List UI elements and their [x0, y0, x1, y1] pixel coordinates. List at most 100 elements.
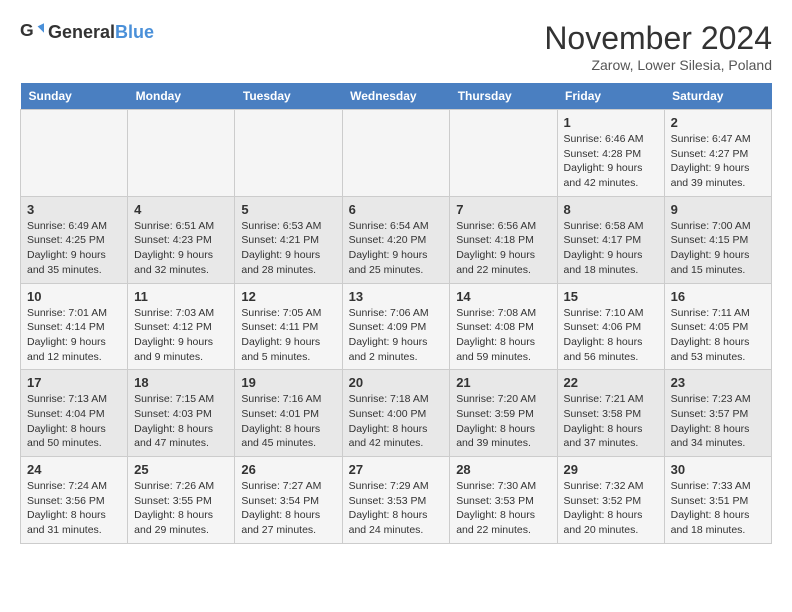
day-number: 23 [671, 375, 765, 390]
calendar-cell: 11 Sunrise: 7:03 AM Sunset: 4:12 PM Dayli… [128, 283, 235, 370]
day-number: 27 [349, 462, 444, 477]
day-number: 6 [349, 202, 444, 217]
day-number: 14 [456, 289, 550, 304]
day-number: 18 [134, 375, 228, 390]
calendar-cell [128, 110, 235, 197]
day-number: 29 [564, 462, 658, 477]
calendar-cell: 28 Sunrise: 7:30 AM Sunset: 3:53 PM Dayli… [450, 457, 557, 544]
calendar-cell: 1 Sunrise: 6:46 AM Sunset: 4:28 PM Daylig… [557, 110, 664, 197]
day-info: Sunrise: 6:46 AM Sunset: 4:28 PM Dayligh… [564, 132, 658, 191]
day-info: Sunrise: 7:18 AM Sunset: 4:00 PM Dayligh… [349, 392, 444, 451]
calendar-cell: 23 Sunrise: 7:23 AM Sunset: 3:57 PM Dayli… [664, 370, 771, 457]
calendar-cell: 7 Sunrise: 6:56 AM Sunset: 4:18 PM Daylig… [450, 196, 557, 283]
calendar-cell: 2 Sunrise: 6:47 AM Sunset: 4:27 PM Daylig… [664, 110, 771, 197]
header-cell-saturday: Saturday [664, 83, 771, 110]
header-cell-friday: Friday [557, 83, 664, 110]
week-row-4: 17Sunrise: 7:13 AM Sunset: 4:04 PM Dayli… [21, 370, 772, 457]
day-number: 25 [134, 462, 228, 477]
calendar-cell: 22 Sunrise: 7:21 AM Sunset: 3:58 PM Dayli… [557, 370, 664, 457]
calendar-cell: 10 Sunrise: 7:01 AM Sunset: 4:14 PM Dayli… [21, 283, 128, 370]
day-number: 16 [671, 289, 765, 304]
calendar-cell: 17Sunrise: 7:13 AM Sunset: 4:04 PM Dayli… [21, 370, 128, 457]
calendar-cell: 26Sunrise: 7:27 AM Sunset: 3:54 PM Dayli… [235, 457, 342, 544]
day-info: Sunrise: 6:49 AM Sunset: 4:25 PM Dayligh… [27, 219, 121, 278]
week-row-1: 1 Sunrise: 6:46 AM Sunset: 4:28 PM Daylig… [21, 110, 772, 197]
day-number: 2 [671, 115, 765, 130]
day-info: Sunrise: 7:29 AM Sunset: 3:53 PM Dayligh… [349, 479, 444, 538]
calendar-cell [450, 110, 557, 197]
calendar-cell: 6 Sunrise: 6:54 AM Sunset: 4:20 PM Daylig… [342, 196, 450, 283]
day-number: 15 [564, 289, 658, 304]
header-cell-monday: Monday [128, 83, 235, 110]
day-number: 10 [27, 289, 121, 304]
logo-blue: Blue [115, 22, 154, 42]
day-info: Sunrise: 6:58 AM Sunset: 4:17 PM Dayligh… [564, 219, 658, 278]
day-info: Sunrise: 6:54 AM Sunset: 4:20 PM Dayligh… [349, 219, 444, 278]
calendar-cell: 8 Sunrise: 6:58 AM Sunset: 4:17 PM Daylig… [557, 196, 664, 283]
day-number: 11 [134, 289, 228, 304]
svg-text:G: G [20, 20, 34, 40]
calendar-cell: 29 Sunrise: 7:32 AM Sunset: 3:52 PM Dayli… [557, 457, 664, 544]
day-number: 5 [241, 202, 335, 217]
logo-icon: G [20, 20, 44, 44]
day-info: Sunrise: 7:03 AM Sunset: 4:12 PM Dayligh… [134, 306, 228, 365]
week-row-2: 3Sunrise: 6:49 AM Sunset: 4:25 PM Daylig… [21, 196, 772, 283]
day-info: Sunrise: 7:24 AM Sunset: 3:56 PM Dayligh… [27, 479, 121, 538]
calendar-cell [342, 110, 450, 197]
day-number: 17 [27, 375, 121, 390]
calendar-cell: 13Sunrise: 7:06 AM Sunset: 4:09 PM Dayli… [342, 283, 450, 370]
logo-general: General [48, 22, 115, 42]
day-info: Sunrise: 6:51 AM Sunset: 4:23 PM Dayligh… [134, 219, 228, 278]
day-info: Sunrise: 7:08 AM Sunset: 4:08 PM Dayligh… [456, 306, 550, 365]
title-section: November 2024 Zarow, Lower Silesia, Pola… [544, 20, 772, 73]
calendar-cell: 25Sunrise: 7:26 AM Sunset: 3:55 PM Dayli… [128, 457, 235, 544]
calendar-cell: 3Sunrise: 6:49 AM Sunset: 4:25 PM Daylig… [21, 196, 128, 283]
calendar-cell: 21 Sunrise: 7:20 AM Sunset: 3:59 PM Dayli… [450, 370, 557, 457]
day-info: Sunrise: 7:15 AM Sunset: 4:03 PM Dayligh… [134, 392, 228, 451]
day-number: 4 [134, 202, 228, 217]
header-cell-wednesday: Wednesday [342, 83, 450, 110]
day-info: Sunrise: 7:20 AM Sunset: 3:59 PM Dayligh… [456, 392, 550, 451]
location-title: Zarow, Lower Silesia, Poland [544, 57, 772, 73]
day-number: 1 [564, 115, 658, 130]
day-info: Sunrise: 7:01 AM Sunset: 4:14 PM Dayligh… [27, 306, 121, 365]
calendar-body: 1 Sunrise: 6:46 AM Sunset: 4:28 PM Daylig… [21, 110, 772, 544]
calendar-cell: 5Sunrise: 6:53 AM Sunset: 4:21 PM Daylig… [235, 196, 342, 283]
day-info: Sunrise: 7:11 AM Sunset: 4:05 PM Dayligh… [671, 306, 765, 365]
header: G GeneralBlue November 2024 Zarow, Lower… [20, 20, 772, 73]
calendar-cell: 16 Sunrise: 7:11 AM Sunset: 4:05 PM Dayli… [664, 283, 771, 370]
day-info: Sunrise: 7:05 AM Sunset: 4:11 PM Dayligh… [241, 306, 335, 365]
header-cell-thursday: Thursday [450, 83, 557, 110]
day-info: Sunrise: 7:00 AM Sunset: 4:15 PM Dayligh… [671, 219, 765, 278]
calendar-cell: 24Sunrise: 7:24 AM Sunset: 3:56 PM Dayli… [21, 457, 128, 544]
day-info: Sunrise: 7:30 AM Sunset: 3:53 PM Dayligh… [456, 479, 550, 538]
day-info: Sunrise: 6:56 AM Sunset: 4:18 PM Dayligh… [456, 219, 550, 278]
calendar-cell: 9 Sunrise: 7:00 AM Sunset: 4:15 PM Daylig… [664, 196, 771, 283]
header-cell-tuesday: Tuesday [235, 83, 342, 110]
day-number: 26 [241, 462, 335, 477]
day-info: Sunrise: 7:21 AM Sunset: 3:58 PM Dayligh… [564, 392, 658, 451]
day-number: 28 [456, 462, 550, 477]
day-number: 21 [456, 375, 550, 390]
logo: G GeneralBlue [20, 20, 154, 44]
day-number: 22 [564, 375, 658, 390]
calendar-cell: 18 Sunrise: 7:15 AM Sunset: 4:03 PM Dayli… [128, 370, 235, 457]
week-row-5: 24Sunrise: 7:24 AM Sunset: 3:56 PM Dayli… [21, 457, 772, 544]
day-number: 9 [671, 202, 765, 217]
calendar-cell: 19Sunrise: 7:16 AM Sunset: 4:01 PM Dayli… [235, 370, 342, 457]
day-info: Sunrise: 6:47 AM Sunset: 4:27 PM Dayligh… [671, 132, 765, 191]
day-info: Sunrise: 7:06 AM Sunset: 4:09 PM Dayligh… [349, 306, 444, 365]
day-number: 7 [456, 202, 550, 217]
month-title: November 2024 [544, 20, 772, 57]
calendar-cell: 30Sunrise: 7:33 AM Sunset: 3:51 PM Dayli… [664, 457, 771, 544]
day-info: Sunrise: 7:23 AM Sunset: 3:57 PM Dayligh… [671, 392, 765, 451]
calendar-cell: 4 Sunrise: 6:51 AM Sunset: 4:23 PM Daylig… [128, 196, 235, 283]
calendar-header: SundayMondayTuesdayWednesdayThursdayFrid… [21, 83, 772, 110]
week-row-3: 10 Sunrise: 7:01 AM Sunset: 4:14 PM Dayli… [21, 283, 772, 370]
day-info: Sunrise: 7:32 AM Sunset: 3:52 PM Dayligh… [564, 479, 658, 538]
header-cell-sunday: Sunday [21, 83, 128, 110]
calendar-cell: 20Sunrise: 7:18 AM Sunset: 4:00 PM Dayli… [342, 370, 450, 457]
calendar-cell [21, 110, 128, 197]
day-number: 8 [564, 202, 658, 217]
day-number: 12 [241, 289, 335, 304]
